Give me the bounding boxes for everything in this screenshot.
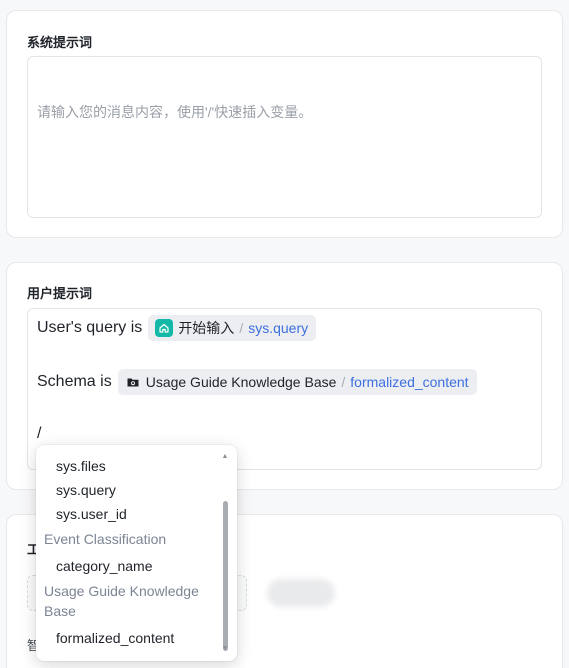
- dropdown-group-event-classification: Event Classification: [44, 531, 167, 547]
- prompt-line-2: Schema is Usage Guide Knowledge Base / f…: [37, 369, 477, 395]
- system-prompt-editor[interactable]: 请输入您的消息内容，使用'/'快速插入变量。: [27, 56, 542, 218]
- prompt-text-1: User's query is: [37, 319, 143, 336]
- knowledge-base-icon: [125, 373, 141, 391]
- dropdown-item-category-name[interactable]: category_name: [56, 558, 153, 574]
- system-prompt-card: 系统提示词 请输入您的消息内容，使用'/'快速插入变量。: [6, 10, 563, 238]
- prompt-line-1: User's query is 开始输入 / sys.query: [37, 315, 317, 341]
- prompt-text-2: Schema is: [37, 373, 112, 390]
- variable-chip-sys-query[interactable]: 开始输入 / sys.query: [148, 315, 317, 341]
- dropdown-group-usage-guide-kb: Usage Guide Knowledge Base: [44, 583, 199, 619]
- scroll-thumb[interactable]: [223, 501, 228, 651]
- chip-variable-label: formalized_content: [350, 374, 469, 390]
- dropdown-scrollbar[interactable]: ▲ ▼: [221, 453, 229, 653]
- dropdown-item-formalized-content[interactable]: formalized_content: [56, 630, 174, 646]
- chip-separator: /: [341, 374, 346, 390]
- system-prompt-title: 系统提示词: [27, 35, 93, 50]
- chip-source-label: Usage Guide Knowledge Base: [145, 374, 337, 390]
- prompt-line-3: /: [37, 421, 41, 447]
- dropdown-item-sys-files[interactable]: sys.files: [56, 458, 106, 474]
- scroll-down-icon[interactable]: ▼: [221, 645, 229, 653]
- prompt-slash-trigger: /: [37, 425, 42, 442]
- dropdown-item-sys-query[interactable]: sys.query: [56, 482, 116, 498]
- chip-source-label: 开始输入: [178, 320, 235, 336]
- chip-separator: /: [239, 320, 244, 336]
- scroll-up-icon[interactable]: ▲: [221, 453, 229, 461]
- blurred-control: [267, 579, 335, 607]
- system-prompt-placeholder: 请输入您的消息内容，使用'/'快速插入变量。: [37, 104, 313, 120]
- variable-chip-formalized-content[interactable]: Usage Guide Knowledge Base / formalized_…: [117, 369, 477, 395]
- user-prompt-title: 用户提示词: [27, 286, 93, 301]
- chip-variable-label: sys.query: [248, 320, 309, 336]
- variable-picker-dropdown[interactable]: sys.files sys.query sys.user_id Event Cl…: [36, 445, 237, 661]
- dropdown-item-sys-user-id[interactable]: sys.user_id: [56, 506, 127, 522]
- home-icon: [155, 319, 174, 337]
